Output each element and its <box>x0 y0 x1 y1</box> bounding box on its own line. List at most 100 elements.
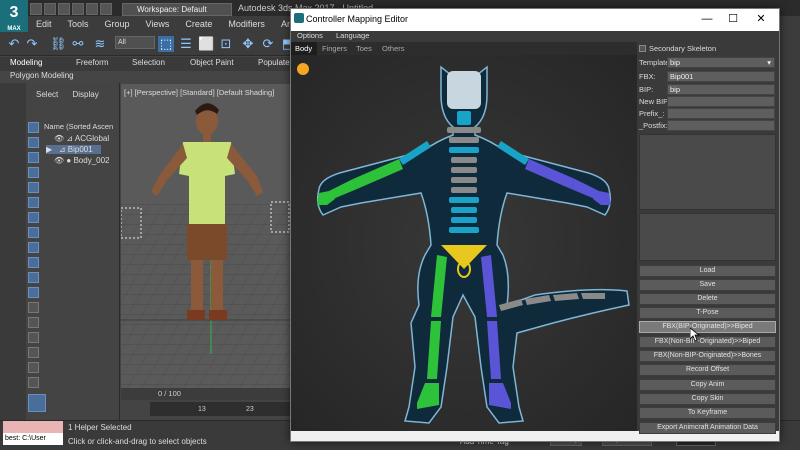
save-button[interactable]: Save <box>639 279 776 291</box>
filter-shapes-icon[interactable] <box>28 137 39 148</box>
mapping-list-secondary[interactable] <box>639 213 776 261</box>
filter-cameras-icon[interactable] <box>28 167 39 178</box>
tab-freeform[interactable]: Freeform <box>76 58 108 67</box>
menu-create[interactable]: Create <box>177 19 220 29</box>
undo-icon[interactable]: ↶ <box>6 36 22 52</box>
expand-arrow-icon[interactable]: ▶ <box>46 145 52 154</box>
filter-bones-icon[interactable] <box>28 242 39 253</box>
filter-spacewarps-icon[interactable] <box>28 197 39 208</box>
explorer-row-body002[interactable]: 👁 ● Body_002 <box>54 156 110 165</box>
copy-skin-button[interactable]: Copy Skin <box>639 393 776 405</box>
select-by-name-icon[interactable]: ☰ <box>178 36 194 52</box>
track-bar[interactable]: 13 23 <box>150 402 291 416</box>
copy-anim-button[interactable]: Copy Anim <box>639 379 776 391</box>
select-object-icon[interactable]: ⬚ <box>158 36 174 52</box>
explorer-row-bip001[interactable]: ▶ ⊿ Bip001 <box>46 145 101 154</box>
filter-xrefs-icon[interactable] <box>28 227 39 238</box>
maxscript-listener-output[interactable] <box>3 421 63 433</box>
tab-object-paint[interactable]: Object Paint <box>190 58 234 67</box>
eye-icon[interactable]: 👁 <box>54 156 64 165</box>
export-animcraft-button[interactable]: Export Animcraft Animation Data <box>639 422 776 434</box>
explorer-column-header[interactable]: Name (Sorted Ascen <box>44 122 113 131</box>
max-logo[interactable]: 3 MAX <box>0 0 28 36</box>
tab-fingers[interactable]: Fingers <box>322 44 347 53</box>
filter-none-icon[interactable] <box>28 317 39 328</box>
filter-geometry-icon[interactable] <box>28 122 39 133</box>
tab-populate[interactable]: Populate <box>258 58 290 67</box>
tab-others[interactable]: Others <box>382 44 405 53</box>
find-icon[interactable] <box>28 347 39 358</box>
hierarchy-icon[interactable] <box>28 362 39 373</box>
rectangular-selection-icon[interactable]: ⬜ <box>198 36 214 52</box>
filter-containers-icon[interactable] <box>28 257 39 268</box>
redo-icon[interactable]: ↷ <box>24 36 40 52</box>
filter-helpers-icon[interactable] <box>28 182 39 193</box>
maximize-icon[interactable]: ☐ <box>726 13 740 25</box>
rotate-icon[interactable]: ⟳ <box>260 36 276 52</box>
redo-quick-button[interactable] <box>86 3 98 15</box>
mapping-list[interactable] <box>639 134 776 210</box>
neck-bone[interactable] <box>457 111 471 125</box>
filter-frozen-icon[interactable] <box>28 272 39 283</box>
menu-language[interactable]: Language <box>336 31 369 40</box>
fbx-bip-to-biped-button[interactable]: FBX(BIP-Originated)>>Biped <box>639 321 776 333</box>
filter-lights-icon[interactable] <box>28 152 39 163</box>
link-icon[interactable]: ⛓ <box>50 36 67 52</box>
menu-tools[interactable]: Tools <box>60 19 97 29</box>
close-icon[interactable]: ✕ <box>754 13 768 25</box>
tab-body[interactable]: Body <box>295 44 312 53</box>
filter-all-icon[interactable] <box>28 302 39 313</box>
postfix-field[interactable] <box>667 120 775 131</box>
workspace-selector[interactable]: Workspace: Default <box>122 3 232 16</box>
status-indicator-icon[interactable] <box>297 63 309 75</box>
to-keyframe-button[interactable]: To Keyframe <box>639 407 776 419</box>
window-crossing-icon[interactable]: ⊡ <box>218 36 234 52</box>
tab-selection[interactable]: Selection <box>132 58 165 67</box>
menu-views[interactable]: Views <box>138 19 178 29</box>
perspective-viewport[interactable] <box>120 84 291 388</box>
menu-options[interactable]: Options <box>297 31 323 40</box>
tab-select[interactable]: Select <box>36 90 58 99</box>
selection-filter-dropdown[interactable]: All <box>115 36 155 49</box>
explorer-mode-icon[interactable] <box>28 394 46 412</box>
tab-display[interactable]: Display <box>72 90 98 99</box>
prefix-field[interactable] <box>667 108 775 119</box>
eye-icon[interactable]: 👁 <box>54 134 64 143</box>
undo-quick-button[interactable] <box>72 3 84 15</box>
polygon-modeling-button[interactable]: Polygon Modeling <box>10 71 74 80</box>
menu-modifiers[interactable]: Modifiers <box>220 19 273 29</box>
maxscript-listener-input[interactable]: best: C:\User <box>3 433 63 445</box>
record-offset-button[interactable]: Record Offset <box>639 364 776 376</box>
tab-modeling[interactable]: Modeling <box>10 58 42 67</box>
new-bip-field[interactable] <box>667 96 775 107</box>
move-icon[interactable]: ✥ <box>240 36 256 52</box>
template-dropdown[interactable]: bip ▾ <box>667 57 775 68</box>
save-file-button[interactable] <box>58 3 70 15</box>
secondary-skeleton-checkbox[interactable] <box>639 45 646 52</box>
filter-groups-icon[interactable] <box>28 212 39 223</box>
bip-field[interactable]: bip <box>667 84 775 95</box>
head-bone[interactable] <box>447 71 481 109</box>
fbx-nonbip-to-biped-button[interactable]: FBX(Non-BIP-Originated)>>Biped <box>639 336 776 348</box>
delete-button[interactable]: Delete <box>639 293 776 305</box>
explorer-row-acglobal[interactable]: 👁 ⊿ ACGlobal <box>54 134 109 143</box>
load-button[interactable]: Load <box>639 265 776 277</box>
new-file-button[interactable] <box>30 3 42 15</box>
bind-spacewarp-icon[interactable]: ≋ <box>92 36 108 52</box>
unlink-icon[interactable]: ⚯ <box>70 36 86 52</box>
project-button[interactable] <box>100 3 112 15</box>
time-slider[interactable] <box>121 388 291 400</box>
minimize-icon[interactable]: — <box>700 13 714 25</box>
viewport-label[interactable]: [+] [Perspective] [Standard] [Default Sh… <box>124 88 274 97</box>
layers-icon[interactable] <box>28 377 39 388</box>
fbx-field[interactable]: Bip001 <box>667 71 775 82</box>
menu-group[interactable]: Group <box>97 19 138 29</box>
body-mapping-canvas[interactable] <box>291 55 637 431</box>
filter-hidden-icon[interactable] <box>28 287 39 298</box>
filter-invert-icon[interactable] <box>28 332 39 343</box>
tab-toes[interactable]: Toes <box>356 44 372 53</box>
t-pose-button[interactable]: T-Pose <box>639 307 776 319</box>
open-file-button[interactable] <box>44 3 56 15</box>
menu-edit[interactable]: Edit <box>28 19 60 29</box>
fbx-nonbip-to-bones-button[interactable]: FBX(Non-BIP-Originated)>>Bones <box>639 350 776 362</box>
